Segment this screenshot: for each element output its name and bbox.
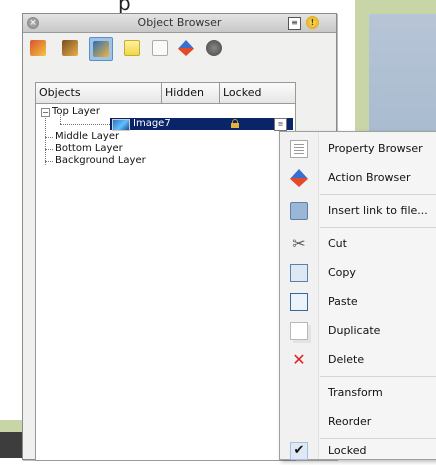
- menu-item-delete[interactable]: ✕ Delete: [280, 345, 436, 374]
- objects-icon: [93, 41, 109, 57]
- tree-line: [45, 161, 53, 162]
- help-icon[interactable]: !: [306, 16, 319, 29]
- tab-actions[interactable]: [175, 37, 197, 59]
- tree-item-top-layer[interactable]: Top Layer: [52, 106, 100, 118]
- duplicate-icon: [290, 322, 308, 340]
- tab-objects[interactable]: [89, 37, 113, 61]
- background-left: [0, 0, 20, 430]
- tab-properties[interactable]: [149, 37, 171, 59]
- column-header: Objects Hidden Locked: [36, 83, 295, 104]
- menu-item-property-browser[interactable]: Property Browser: [280, 134, 436, 163]
- column-hidden[interactable]: Hidden: [162, 83, 220, 103]
- action-browser-icon: [290, 169, 308, 187]
- menu-item-paste[interactable]: Paste: [280, 287, 436, 316]
- link-icon: [206, 40, 222, 56]
- context-menu: Property Browser Action Browser Insert l…: [279, 131, 436, 460]
- film-icon: [62, 40, 78, 56]
- tree-item-background-layer[interactable]: Background Layer: [55, 155, 146, 167]
- tab-film[interactable]: [59, 37, 81, 59]
- title-bar[interactable]: × Object Browser ≡ !: [23, 14, 336, 33]
- tab-links[interactable]: [203, 37, 225, 59]
- window-menu-icon[interactable]: ≡: [288, 17, 301, 30]
- tree-item-bottom-layer[interactable]: Bottom Layer: [55, 143, 123, 155]
- copy-icon: [290, 264, 308, 282]
- menu-item-cut[interactable]: ✂ Cut: [280, 229, 436, 258]
- check-icon: ✔: [290, 442, 308, 460]
- menu-item-copy[interactable]: Copy: [280, 258, 436, 287]
- menu-item-action-browser[interactable]: Action Browser: [280, 163, 436, 192]
- lock-icon[interactable]: [231, 119, 239, 128]
- menu-item-transform[interactable]: Transform: [280, 378, 436, 407]
- scissors-icon: ✂: [292, 234, 306, 253]
- action-icon: [178, 40, 194, 56]
- tree-line: [45, 149, 53, 150]
- tree-item-middle-layer[interactable]: Middle Layer: [55, 131, 119, 143]
- tree-item-image7[interactable]: Image7: [133, 118, 171, 130]
- column-locked[interactable]: Locked: [220, 83, 295, 103]
- property-browser-icon: [290, 140, 308, 158]
- menu-item-locked[interactable]: ✔ Locked: [280, 436, 436, 465]
- menu-separator: [320, 194, 436, 195]
- object-tree-panel: Objects Hidden Locked − Top Layer Image7…: [35, 82, 296, 461]
- collapse-icon[interactable]: −: [41, 108, 50, 117]
- media-icon: [30, 40, 46, 56]
- tree-line: [60, 124, 110, 125]
- menu-item-duplicate[interactable]: Duplicate: [280, 316, 436, 345]
- menu-item-reorder[interactable]: Reorder: [280, 407, 436, 436]
- item-menu-icon[interactable]: ≡: [274, 118, 287, 131]
- notes-icon: [124, 40, 140, 56]
- menu-separator: [320, 227, 436, 228]
- tree-line: [45, 137, 53, 138]
- column-objects[interactable]: Objects: [36, 83, 162, 103]
- tab-notes[interactable]: [121, 37, 143, 59]
- toolbar: [23, 33, 336, 61]
- delete-x-icon: ✕: [292, 350, 306, 369]
- menu-item-insert-link[interactable]: Insert link to file...: [280, 196, 436, 225]
- document-icon: [152, 40, 168, 56]
- menu-separator: [320, 376, 436, 377]
- link-file-icon: [290, 202, 308, 220]
- image-icon: [112, 119, 130, 131]
- tab-media[interactable]: [27, 37, 49, 59]
- paste-icon: [290, 293, 308, 311]
- tree-line: [45, 115, 46, 165]
